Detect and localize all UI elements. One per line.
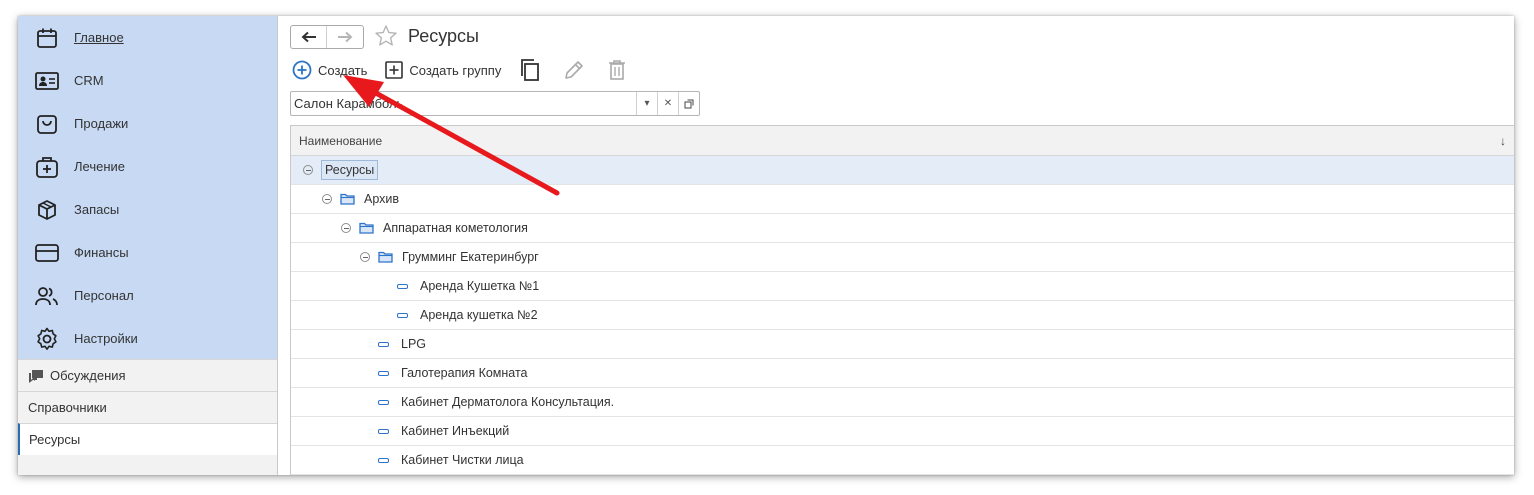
tree-row-label: Кабинет Дерматолога Консультация.: [401, 395, 615, 409]
sidebar: Главное CRM Продажи Лечение Запасы Финан…: [18, 16, 278, 475]
sidebar-item-label: Главное: [74, 30, 124, 45]
chat-bubbles-icon: [28, 369, 44, 383]
tree-row-item[interactable]: Галотерапия Комната: [291, 359, 1514, 388]
tree-row-item[interactable]: Аренда Кушетка №1: [291, 272, 1514, 301]
main-content: Ресурсы Создать Создать группу Салон Кар…: [278, 16, 1514, 475]
plus-square-icon: [385, 61, 404, 79]
sidebar-item-label: Настройки: [74, 331, 138, 346]
arrow-left-icon: [301, 31, 316, 42]
organization-field[interactable]: [291, 92, 636, 115]
tree-row-label: Галотерапия Комната: [401, 366, 528, 380]
tree-row-label: Аренда Кушетка №1: [420, 279, 540, 293]
create-group-button-label: Создать группу: [409, 62, 502, 78]
tree-row-root[interactable]: Ресурсы: [291, 156, 1514, 185]
tree-row-label: Аппаратная кометология: [383, 221, 528, 235]
trash-icon[interactable]: [607, 59, 627, 81]
resources-tree-table: Наименование ↓ Ресурсы Архив Аппаратная …: [290, 125, 1514, 475]
create-button[interactable]: Создать: [292, 60, 367, 80]
tree-row-item[interactable]: Аренда кушетка №2: [291, 301, 1514, 330]
arrow-right-icon: [338, 31, 353, 42]
credit-card-icon: [34, 240, 60, 266]
app-window: Главное CRM Продажи Лечение Запасы Финан…: [18, 16, 1514, 475]
tree-row-item[interactable]: Кабинет Инъекций: [291, 417, 1514, 446]
tree-row-item[interactable]: Кабинет Чистки лица: [291, 446, 1514, 475]
sidebar-item-label: Запасы: [74, 202, 120, 217]
sidebar-item-label: Лечение: [74, 159, 126, 174]
folder-icon: [359, 222, 374, 234]
tree-row-item[interactable]: LPG: [291, 330, 1514, 359]
gear-icon: [34, 326, 60, 352]
sidebar-item-sales[interactable]: Продажи: [18, 102, 277, 145]
edit-pencil-icon[interactable]: [563, 59, 585, 81]
tree-row-label: Кабинет Инъекций: [401, 424, 510, 438]
resource-item-icon: [378, 370, 389, 376]
create-button-label: Создать: [318, 62, 368, 78]
collapse-icon[interactable]: [341, 223, 351, 233]
sort-arrow-icon[interactable]: ↓: [1500, 134, 1506, 148]
resource-item-icon: [397, 312, 408, 318]
calendar-icon: [34, 25, 60, 51]
sidebar-section-resources[interactable]: Ресурсы: [18, 423, 277, 455]
page-title: Ресурсы: [408, 26, 479, 46]
sidebar-item-label: Персонал: [74, 288, 134, 303]
tree-row-group[interactable]: Аппаратная кометология: [291, 214, 1514, 243]
tree-row-label: Грумминг Екатеринбург: [402, 250, 539, 264]
folder-icon: [378, 251, 393, 263]
tree-row-item[interactable]: Кабинет Дерматолога Консультация.: [291, 388, 1514, 417]
sidebar-item-label: CRM: [74, 73, 104, 88]
favorite-star-icon[interactable]: [374, 24, 398, 51]
resource-item-icon: [397, 283, 408, 289]
sidebar-item-label: Продажи: [74, 116, 129, 131]
sidebar-section-references[interactable]: Справочники: [18, 391, 277, 423]
box-icon: [34, 197, 60, 223]
tree-row-label: Кабинет Чистки лица: [401, 453, 524, 467]
resource-item-icon: [378, 399, 389, 405]
sidebar-item-crm[interactable]: CRM: [18, 59, 277, 102]
sidebar-item-treatment[interactable]: Лечение: [18, 145, 277, 188]
sidebar-item-stock[interactable]: Запасы: [18, 188, 277, 231]
collapse-icon[interactable]: [322, 194, 332, 204]
tree-row-label: Архив: [364, 192, 400, 206]
people-icon: [34, 283, 60, 309]
toolbar: Создать Создать группу: [292, 58, 649, 82]
sidebar-item-main[interactable]: Главное: [18, 16, 277, 59]
tree-row-label: LPG: [401, 337, 427, 351]
history-nav: [290, 24, 364, 49]
plus-circle-icon: [292, 60, 312, 80]
column-header[interactable]: Наименование ↓: [291, 126, 1514, 156]
dropdown-arrow-icon[interactable]: ▾: [636, 92, 657, 115]
sidebar-nav: Главное CRM Продажи Лечение Запасы Финан…: [18, 16, 277, 359]
tree-row-group[interactable]: Грумминг Екатеринбург: [291, 243, 1514, 272]
sidebar-item-finance[interactable]: Финансы: [18, 231, 277, 274]
resource-item-icon: [378, 428, 389, 434]
sidebar-section-label: Справочники: [28, 400, 107, 415]
shopping-bag-icon: [34, 111, 60, 137]
title-bar: Ресурсы: [290, 22, 479, 51]
tree-row-group[interactable]: Архив: [291, 185, 1514, 214]
clear-icon[interactable]: ✕: [657, 92, 678, 115]
sidebar-item-label: Финансы: [74, 245, 129, 260]
collapse-icon[interactable]: [360, 252, 370, 262]
tree-row-label: Аренда кушетка №2: [420, 308, 538, 322]
resource-item-icon: [378, 341, 389, 347]
tree-row-label: Ресурсы: [321, 160, 379, 180]
sidebar-section-discussions[interactable]: Обсуждения: [18, 359, 277, 391]
sidebar-section-label: Ресурсы: [29, 432, 81, 447]
folder-icon: [340, 193, 355, 205]
copy-icon[interactable]: [519, 58, 541, 82]
create-group-button[interactable]: Создать группу: [385, 61, 501, 79]
sidebar-item-settings[interactable]: Настройки: [18, 317, 277, 360]
open-window-icon[interactable]: [678, 92, 699, 115]
column-header-name: Наименование: [299, 133, 383, 148]
collapse-icon[interactable]: [303, 165, 313, 175]
forward-button[interactable]: [327, 26, 363, 48]
resource-item-icon: [378, 457, 389, 463]
contact-card-icon: [34, 68, 60, 94]
organization-filter: ▾ ✕: [290, 91, 700, 116]
sidebar-item-staff[interactable]: Персонал: [18, 274, 277, 317]
sidebar-section-label: Обсуждения: [50, 368, 126, 383]
back-button[interactable]: [291, 25, 327, 48]
medical-bag-icon: [34, 154, 60, 180]
